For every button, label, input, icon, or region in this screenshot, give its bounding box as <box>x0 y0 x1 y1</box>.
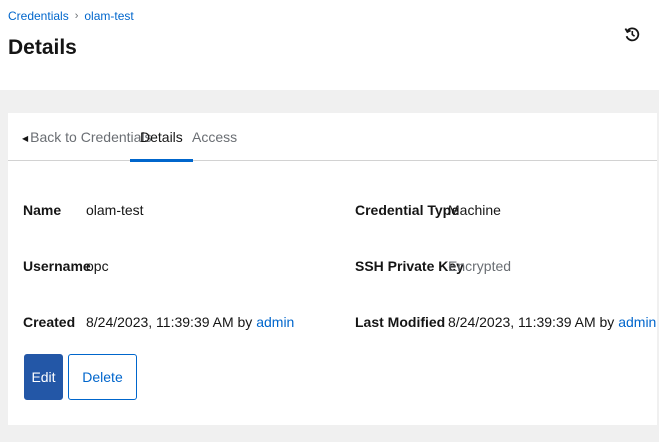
created-value: 8/24/2023, 11:39:39 AM by admin <box>86 314 294 330</box>
tab-back-to-credentials[interactable]: ◀ Back to Credentials <box>22 113 152 161</box>
username-label: Username <box>23 258 91 274</box>
created-by-user-link[interactable]: admin <box>256 314 294 330</box>
caret-left-icon: ◀ <box>22 134 29 143</box>
breadcrumb-credentials-link[interactable]: Credentials <box>8 9 69 23</box>
last-modified-label: Last Modified <box>355 314 446 330</box>
last-modified-value: 8/24/2023, 11:39:39 AM by admin <box>448 314 656 330</box>
breadcrumb: Credentials › olam-test <box>8 9 134 23</box>
ssh-private-key-value: Encrypted <box>448 258 512 274</box>
history-icon[interactable] <box>624 26 640 42</box>
tab-access[interactable]: Access <box>192 113 237 161</box>
tab-details[interactable]: Details <box>130 113 193 162</box>
name-value: olam-test <box>86 202 144 218</box>
username-value: opc <box>86 258 109 274</box>
created-timestamp: 8/24/2023, 11:39:39 AM by <box>86 314 253 330</box>
delete-button[interactable]: Delete <box>68 354 137 400</box>
created-label: Created <box>23 314 76 330</box>
credential-details-card: ◀ Back to Credentials Details Access Name… <box>8 113 657 425</box>
tab-details-label: Details <box>140 129 183 145</box>
credential-type-value: Machine <box>448 202 501 218</box>
breadcrumb-current-link[interactable]: olam-test <box>84 9 133 23</box>
tab-access-label: Access <box>192 129 238 145</box>
credential-type-label: Credential Type <box>355 202 459 218</box>
tab-back-label: Back to Credentials <box>30 129 152 145</box>
edit-button[interactable]: Edit <box>24 354 63 400</box>
page-header: Credentials › olam-test Details <box>0 0 659 90</box>
page-title: Details <box>8 36 77 59</box>
tab-bar: ◀ Back to Credentials Details Access <box>8 113 657 162</box>
breadcrumb-separator: › <box>74 10 79 22</box>
modified-timestamp: 8/24/2023, 11:39:39 AM by <box>448 314 615 330</box>
modified-by-user-link[interactable]: admin <box>618 314 656 330</box>
name-label: Name <box>23 202 62 218</box>
